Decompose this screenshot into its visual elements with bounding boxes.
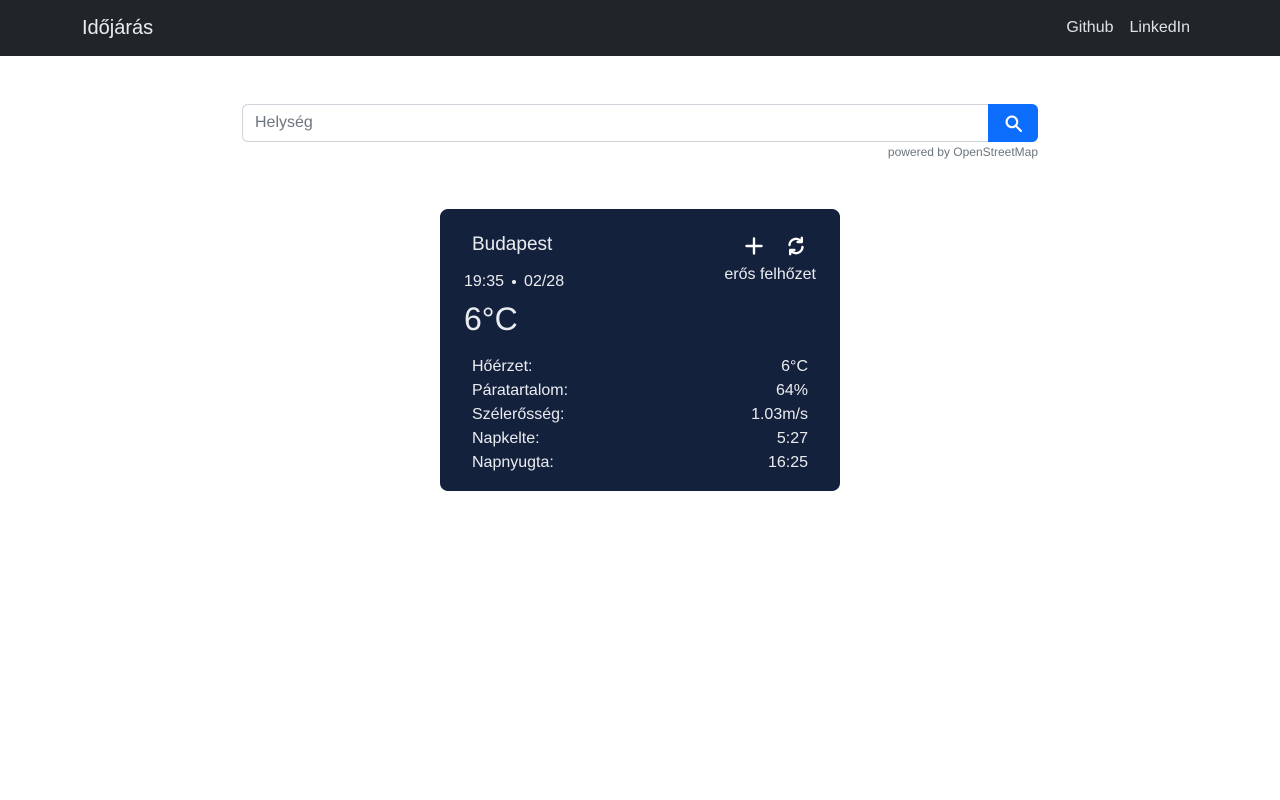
detail-label: Szélerősség: xyxy=(472,406,565,423)
detail-label: Hőérzet: xyxy=(472,358,533,375)
search-bar xyxy=(242,104,1038,142)
card-actions xyxy=(740,234,810,258)
powered-by-label: powered by OpenStreetMap xyxy=(887,145,1038,159)
weather-condition: erős felhőzet xyxy=(724,266,816,283)
search-icon xyxy=(1005,115,1022,132)
add-city-button[interactable] xyxy=(740,234,768,258)
detail-value: 64% xyxy=(775,382,808,399)
nav-links: Github LinkedIn xyxy=(1066,18,1190,38)
city-name: Budapest xyxy=(472,234,553,255)
detail-value: 16:25 xyxy=(767,454,808,471)
datetime: 19:35 02/28 xyxy=(464,273,564,291)
location-search-input[interactable] xyxy=(242,104,988,142)
navbar: Időjárás Github LinkedIn xyxy=(0,0,1280,56)
weather-details: Hőérzet: 6°C Páratartalom: 64% Szélerőss… xyxy=(472,355,808,475)
plus-icon xyxy=(745,237,763,255)
detail-label: Napkelte: xyxy=(472,430,540,447)
detail-row-wind-speed: Szélerősség: 1.03m/s xyxy=(472,403,808,427)
local-time: 19:35 xyxy=(464,273,505,290)
detail-label: Páratartalom: xyxy=(472,382,569,399)
detail-row-sunset: Napnyugta: 16:25 xyxy=(472,451,808,475)
detail-row-sunrise: Napkelte: 5:27 xyxy=(472,427,808,451)
detail-row-feels-like: Hőérzet: 6°C xyxy=(472,355,808,379)
weather-card: Budapest 19:35 02/28 6°C erős felhőzet H… xyxy=(440,209,840,491)
detail-value: 6°C xyxy=(781,358,808,375)
detail-value: 5:27 xyxy=(776,430,808,447)
temperature: 6°C xyxy=(464,301,518,337)
separator-dot xyxy=(512,280,517,284)
refresh-icon xyxy=(788,236,804,256)
search-button[interactable] xyxy=(988,104,1038,142)
detail-label: Napnyugta: xyxy=(472,454,554,471)
navbar-brand[interactable]: Időjárás xyxy=(82,16,153,40)
detail-value: 1.03m/s xyxy=(751,406,808,423)
detail-row-humidity: Páratartalom: 64% xyxy=(472,379,808,403)
local-date: 02/28 xyxy=(524,273,565,290)
refresh-button[interactable] xyxy=(782,234,810,258)
nav-link-github[interactable]: Github xyxy=(1066,18,1113,38)
nav-link-linkedin[interactable]: LinkedIn xyxy=(1130,18,1191,38)
